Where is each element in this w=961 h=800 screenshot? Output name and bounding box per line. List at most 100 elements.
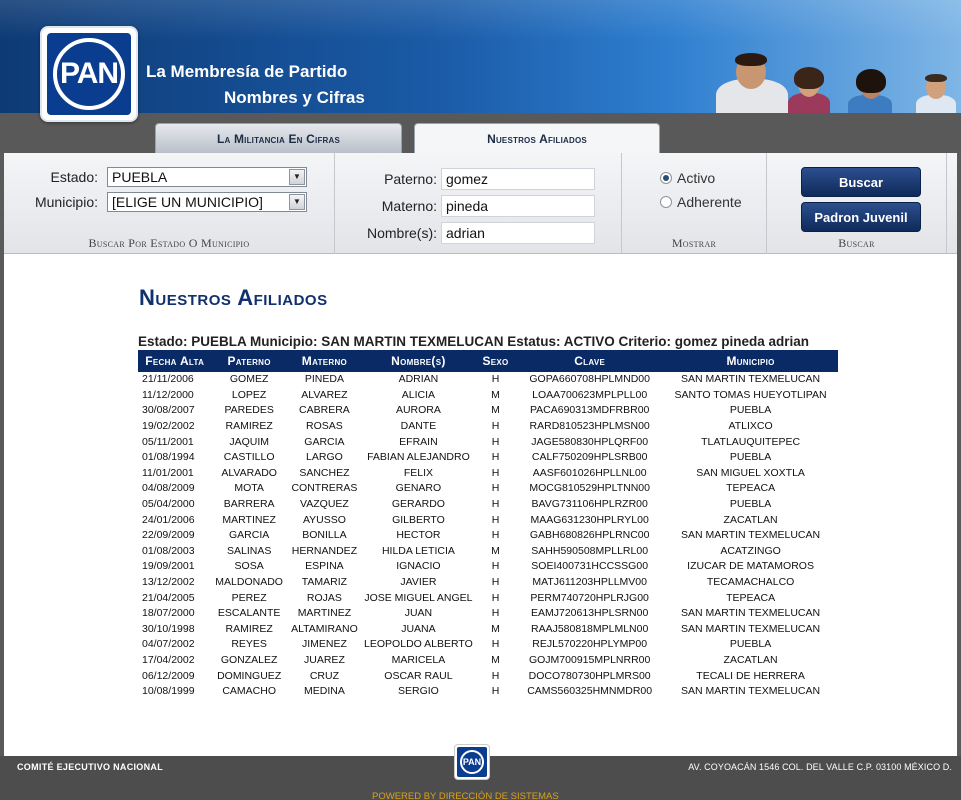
cell-municipio: TEPEACA xyxy=(726,482,776,495)
cell-paterno: CAMACHO xyxy=(222,685,276,698)
results-content: Nuestros Afiliados Estado: PUEBLA Munici… xyxy=(4,254,957,756)
cell-clave: MATJ611203HPLLMV00 xyxy=(532,576,647,589)
cell-nombres: AURORA xyxy=(395,404,441,417)
cell-paterno: PAREDES xyxy=(224,404,274,417)
table-row: 05/04/2000 BARRERA VAZQUEZ GERARDO H BAVG7311… xyxy=(138,497,838,513)
cell-paterno: ESCALANTE xyxy=(217,607,281,620)
cell-sexo: H xyxy=(491,591,500,604)
cell-municipio: PUEBLA xyxy=(729,451,772,464)
cell-fecha-alta: 13/12/2002 xyxy=(142,576,195,589)
cell-fecha-alta: 04/07/2002 xyxy=(142,638,195,651)
cell-municipio: PUEBLA xyxy=(729,498,772,511)
cell-sexo: H xyxy=(491,435,500,448)
table-row: 19/09/2001 SOSA ESPINA IGNACIO H SOEI400731HC… xyxy=(138,559,838,575)
cell-paterno: SALINAS xyxy=(226,544,272,557)
table-row: 10/08/1999 CAMACHO MEDINA SERGIO H CAMS560325… xyxy=(138,684,838,700)
footer-powered-by: POWERED BY DIRECCIÓN DE SISTEMAS xyxy=(372,791,559,800)
cell-paterno: CASTILLO xyxy=(223,451,275,464)
cell-paterno: MOTA xyxy=(234,482,264,495)
cell-clave: SOEI400731HCCSSG00 xyxy=(531,560,649,573)
table-header-row: Fecha Alta Paterno Materno Nombre(s) Sexo Cla… xyxy=(138,350,838,372)
cell-sexo: H xyxy=(491,420,500,433)
radio-adherente-button[interactable] xyxy=(660,196,672,208)
table-row: 04/08/2009 MOTA CONTRERAS GENARO H MOCG810529… xyxy=(138,481,838,497)
column-header-paterno: Paterno xyxy=(211,350,287,372)
cell-nombres: GILBERTO xyxy=(392,513,445,526)
cell-materno: SANCHEZ xyxy=(299,466,350,479)
cell-paterno: ALVARADO xyxy=(221,466,277,479)
cell-fecha-alta: 21/04/2005 xyxy=(142,591,195,604)
cell-paterno: GONZALEZ xyxy=(220,653,278,666)
cell-fecha-alta: 10/08/1999 xyxy=(142,685,195,698)
cell-municipio: TECAMACHALCO xyxy=(706,576,795,589)
cell-nombres: SERGIO xyxy=(398,685,439,698)
cell-clave: GOJM700915MPLNRR00 xyxy=(528,653,651,666)
filter-section-nombre: Paterno: gomez Materno: pineda Nombre(s)… xyxy=(335,153,622,254)
cell-clave: LOAA700623MPLPLL00 xyxy=(532,388,648,401)
nombres-input[interactable]: adrian xyxy=(441,222,595,244)
cell-clave: DOCO780730HPLMRS00 xyxy=(528,669,651,682)
tab-nuestros-afiliados[interactable]: Nuestros Afiliados xyxy=(414,123,660,154)
cell-fecha-alta: 01/08/2003 xyxy=(142,544,195,557)
cell-sexo: H xyxy=(491,498,500,511)
materno-input[interactable]: pineda xyxy=(441,195,595,217)
cell-clave: REJL570220HPLYMP00 xyxy=(532,638,648,651)
cell-fecha-alta: 04/08/2009 xyxy=(142,482,195,495)
table-row: 05/11/2001 JAQUIM GARCIA EFRAIN H JAGE580830H… xyxy=(138,434,838,450)
cell-sexo: H xyxy=(491,560,500,573)
footer-logo-text: PAN xyxy=(460,750,484,774)
table-row: 21/04/2005 PEREZ ROJAS JOSE MIGUEL ANGEL H PE… xyxy=(138,590,838,606)
radio-activo-button[interactable] xyxy=(660,172,672,184)
chevron-down-icon[interactable]: ▼ xyxy=(289,169,305,185)
cell-fecha-alta: 05/04/2000 xyxy=(142,498,195,511)
cell-municipio: SAN MARTIN TEXMELUCAN xyxy=(681,373,821,386)
cell-nombres: JUANA xyxy=(401,622,436,635)
municipio-select[interactable]: [ELIGE UN MUNICIPIO] ▼ xyxy=(107,192,307,212)
cell-materno: ROJAS xyxy=(306,591,342,604)
footer-organization: COMITÉ EJECUTIVO NACIONAL xyxy=(17,762,164,772)
cell-sexo: H xyxy=(491,513,500,526)
cell-clave: BAVG731106HPLRZR00 xyxy=(531,498,648,511)
cell-paterno: MARTINEZ xyxy=(222,513,276,526)
cell-materno: VAZQUEZ xyxy=(300,498,349,511)
cell-paterno: REYES xyxy=(231,638,267,651)
cell-municipio: IZUCAR DE MATAMOROS xyxy=(687,560,814,573)
table-row: 13/12/2002 MALDONADO TAMARIZ JAVIER H MATJ611… xyxy=(138,575,838,591)
table-row: 22/09/2009 GARCIA BONILLA HECTOR H GABH680826… xyxy=(138,528,838,544)
page-title: Nuestros Afiliados xyxy=(139,285,328,310)
footer-party-logo[interactable]: PAN xyxy=(454,744,490,780)
cell-clave: RARD810523HPLMSN00 xyxy=(529,420,650,433)
site-title: La Membresía de Partido xyxy=(146,62,348,81)
cell-municipio: PUEBLA xyxy=(729,404,772,417)
radio-activo[interactable]: Activo xyxy=(660,170,715,186)
tab-militancia-en-cifras[interactable]: La Militancia En Cifras xyxy=(155,123,402,153)
chevron-down-icon[interactable]: ▼ xyxy=(289,194,305,210)
cell-municipio: SAN MARTIN TEXMELUCAN xyxy=(681,685,821,698)
materno-label: Materno: xyxy=(381,198,437,214)
cell-nombres: FABIAN ALEJANDRO xyxy=(367,451,470,464)
column-header-materno: Materno xyxy=(286,350,363,372)
cell-sexo: M xyxy=(491,404,500,417)
cell-materno: CRUZ xyxy=(309,669,340,682)
estado-select[interactable]: PUEBLA ▼ xyxy=(107,167,307,187)
cell-materno: JIMENEZ xyxy=(301,638,347,651)
cell-paterno: MALDONADO xyxy=(215,576,283,589)
cell-fecha-alta: 11/01/2001 xyxy=(142,466,194,479)
table-row: 11/01/2001 ALVARADO SANCHEZ FELIX H AASF60102… xyxy=(138,466,838,482)
radio-adherente[interactable]: Adherente xyxy=(660,194,742,210)
cell-paterno: DOMINGUEZ xyxy=(217,669,282,682)
cell-nombres: JAVIER xyxy=(400,576,437,589)
cell-materno: HERNANDEZ xyxy=(291,544,358,557)
padron-juvenil-button[interactable]: Padron Juvenil xyxy=(801,202,921,232)
cell-materno: AYUSSO xyxy=(302,513,346,526)
cell-fecha-alta: 01/08/1994 xyxy=(142,451,195,464)
cell-clave: RAAJ580818MPLMLN00 xyxy=(531,622,649,635)
site-header: La Membresía de Partido Nombres y Cifras xyxy=(0,0,961,113)
cell-materno: GARCIA xyxy=(304,435,345,448)
party-logo[interactable]: PAN xyxy=(40,26,138,122)
cell-municipio: ATLIXCO xyxy=(728,420,773,433)
paterno-input[interactable]: gomez xyxy=(441,168,595,190)
nombres-label: Nombre(s): xyxy=(366,225,437,241)
buscar-button[interactable]: Buscar xyxy=(801,167,921,197)
cell-clave: CALF750209HPLSRB00 xyxy=(531,451,648,464)
